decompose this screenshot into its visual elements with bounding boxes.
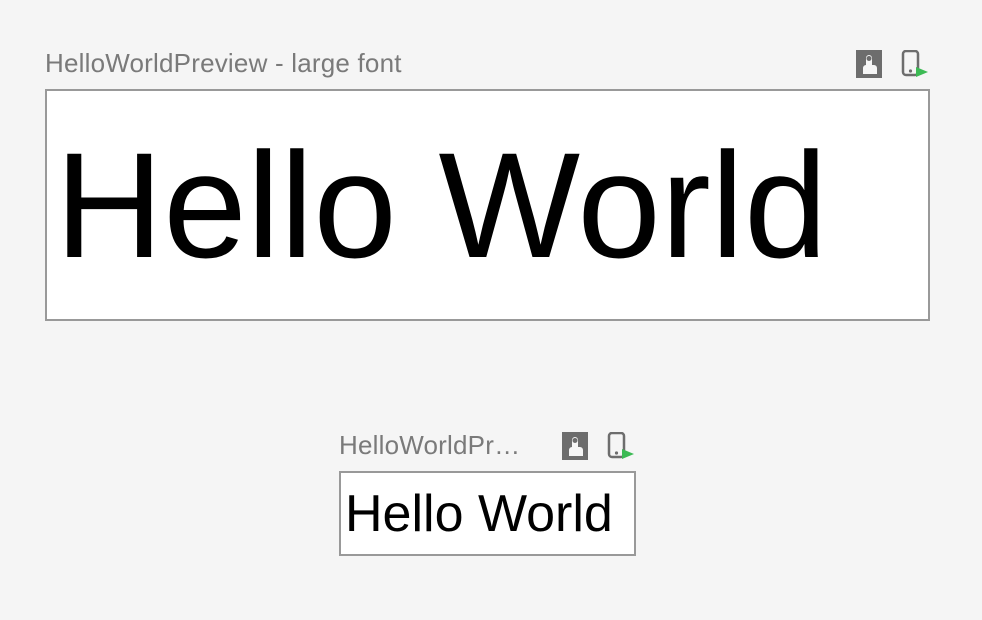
preview-canvas[interactable]: Hello World: [45, 89, 930, 321]
preview-header: HelloWorldPreview - large font: [45, 48, 930, 79]
preview-content-text: Hello World: [55, 130, 828, 280]
interactive-mode-icon[interactable]: [562, 432, 588, 460]
preview-title: HelloWorldPre...: [339, 430, 529, 461]
preview-group-1: HelloWorldPre... Hello World: [339, 430, 636, 556]
deploy-to-device-icon[interactable]: [900, 50, 930, 78]
preview-actions: [562, 432, 636, 460]
preview-header: HelloWorldPre...: [339, 430, 636, 461]
deploy-to-device-icon[interactable]: [606, 432, 636, 460]
preview-group-0: HelloWorldPreview - large font Hello Worl…: [45, 48, 930, 321]
preview-content-text: Hello World: [345, 488, 613, 540]
preview-canvas[interactable]: Hello World: [339, 471, 636, 556]
preview-title: HelloWorldPreview - large font: [45, 48, 402, 79]
interactive-mode-icon[interactable]: [856, 50, 882, 78]
preview-actions: [856, 50, 930, 78]
